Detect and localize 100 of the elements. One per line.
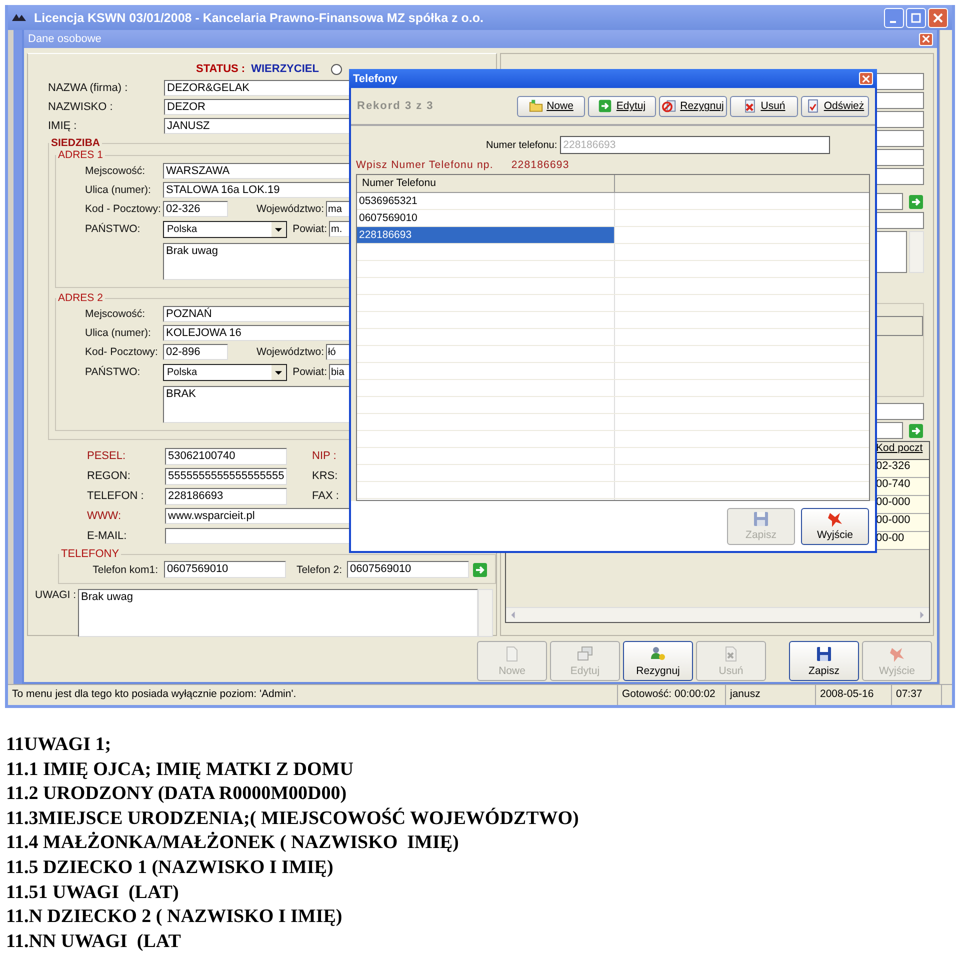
field-label: REGON: <box>86 470 132 482</box>
field-label: Kod- Pocztowy: <box>84 346 159 358</box>
field-label: IMIĘ : <box>47 120 78 132</box>
toolbar-button[interactable]: Odśwież <box>801 96 869 116</box>
field-label: PAŃSTWO: <box>84 223 142 235</box>
field-label: WWW: <box>86 510 122 522</box>
input-field[interactable]: 5555555555555555555 <box>165 468 287 484</box>
group-title: ADRES 2 <box>57 292 104 304</box>
table-cell: 00-000 <box>874 514 929 532</box>
table-row[interactable]: 228186693 <box>357 227 615 243</box>
toolbar-button[interactable]: Rezygnuj <box>623 641 693 681</box>
close-button[interactable] <box>919 32 933 46</box>
maximize-button[interactable] <box>906 8 926 28</box>
delete-icon <box>742 99 757 113</box>
status-message: To menu jest dla tego kto posiada wyłącznie poziom: 'Admin'. <box>8 685 618 705</box>
field-label: Mejscowość: <box>84 164 146 176</box>
field-label: PAŃSTWO: <box>84 366 142 378</box>
toolbar-button[interactable]: Nowe <box>517 96 585 116</box>
table-cell: 00-00 <box>874 532 929 550</box>
group-title: SIEDZIBA <box>50 137 102 149</box>
field-label: NIP : <box>312 450 336 462</box>
record-counter: Rekord 3 z 3 <box>357 100 434 112</box>
document-icon <box>806 99 820 113</box>
users-icon <box>650 646 666 662</box>
save-icon <box>816 646 832 662</box>
field-label: Województwo: <box>255 203 324 215</box>
child-window-title: Dane osobowe <box>28 33 102 45</box>
field-label: TELEFON : <box>86 490 145 502</box>
field-label: KRS: <box>312 470 338 482</box>
close-icon <box>862 74 870 82</box>
folder-icon <box>528 99 543 113</box>
field-label: UWAGI : <box>34 589 78 601</box>
close-icon <box>933 12 943 22</box>
field-label: E-MAIL: <box>86 530 128 542</box>
dialog-button[interactable]: Wyjście <box>801 508 869 544</box>
input-field[interactable]: 0607569010 <box>347 561 469 578</box>
toolbar-button[interactable]: Usuń <box>730 96 798 116</box>
document-line: 11.N DZIECKO 2 ( NAZWISKO I IMIĘ) <box>6 905 344 930</box>
table-row[interactable]: 0536965321 <box>357 193 615 209</box>
field-label: Ulica (numer): <box>84 326 152 338</box>
minimize-button[interactable] <box>884 8 904 28</box>
table-cell: 00-000 <box>874 496 929 514</box>
field-label: Telefon kom1: <box>92 564 158 576</box>
field-label: FAX : <box>312 490 339 502</box>
radio-button[interactable] <box>330 64 342 74</box>
field-label: Telefon 2: <box>295 564 342 576</box>
dropdown[interactable]: Polska <box>163 364 287 380</box>
table-cell: 02-326 <box>874 460 929 478</box>
table-row[interactable]: 0607569010 <box>357 210 615 226</box>
scrollbar[interactable] <box>478 589 493 637</box>
input-field[interactable]: 228186693 <box>165 488 287 504</box>
exit-icon <box>827 511 843 527</box>
document-line: 11.5 DZIECKO 1 (NAZWISKO I IMIĘ) <box>6 856 334 880</box>
text-area[interactable]: Brak uwag <box>78 589 478 637</box>
input-field[interactable]: 02-896 <box>163 344 228 360</box>
status-label: STATUS : <box>196 63 246 75</box>
document-line: 11.3MIEJSCE URODZENIA;( MIEJSCOWOŚĆ WOJEWÓDZTWO) <box>6 806 580 831</box>
field-label: NAZWA (firma) : <box>47 82 129 94</box>
field-label: Powiat: <box>292 366 327 378</box>
group-title: TELEFONY <box>60 548 120 560</box>
status-cell: janusz <box>726 685 816 705</box>
field-label: NAZWISKO : <box>47 100 114 112</box>
field-label: Numer telefonu: <box>486 140 558 150</box>
status-cell: 07:37 <box>892 685 942 705</box>
status-cell: 2008-05-16 <box>816 685 892 705</box>
field-label: Mejscowość: <box>84 308 146 320</box>
toolbar-button[interactable]: Zapisz <box>789 641 859 681</box>
input-field[interactable]: 02-326 <box>163 201 228 217</box>
close-icon <box>922 35 930 43</box>
document-line: 11UWAGI 1; <box>6 733 112 757</box>
exit-icon <box>889 646 905 662</box>
windows-icon <box>577 646 593 662</box>
status-cell: Gotowość: 00:00:02 <box>618 685 726 705</box>
toolbar-button[interactable]: Edytuj <box>588 96 656 116</box>
status-value: WIERZYCIEL <box>251 63 319 75</box>
app-icon <box>12 13 26 22</box>
document-line: 11.1 IMIĘ OJCA; IMIĘ MATKI Z DOMU <box>6 758 354 782</box>
field-label: Ulica (numer): <box>84 184 152 196</box>
document-line: 11.NN UWAGI (LAT <box>6 930 182 954</box>
scrollbar[interactable] <box>506 607 929 622</box>
field-label: Powiat: <box>292 223 327 235</box>
window-title: Licencja KSWN 03/01/2008 - Kancelaria Prawno-Finansowa MZ spółka z o.o. <box>34 10 484 24</box>
field-label: Województwo: <box>255 346 324 358</box>
hint-example: 228186693 <box>511 159 570 171</box>
input-field[interactable]: 0607569010 <box>164 561 286 578</box>
document-line: 11.4 MAŁŻONKA/MAŁŻONEK ( NAZWISKO IMIĘ) <box>6 831 460 856</box>
dropdown[interactable]: Polska <box>163 220 287 238</box>
field-label: Kod - Pocztowy: <box>84 203 162 215</box>
field-label: PESEL: <box>86 450 127 462</box>
group-title: ADRES 1 <box>57 149 104 161</box>
save-icon <box>753 511 769 527</box>
delete-icon <box>723 646 739 662</box>
input-field[interactable]: 53062100740 <box>165 448 287 464</box>
maximize-icon <box>911 12 921 22</box>
close-button[interactable] <box>928 8 948 28</box>
toolbar-button[interactable]: Rezygnuj <box>659 96 727 116</box>
close-button[interactable] <box>859 72 873 85</box>
cancel-icon <box>662 99 676 113</box>
document-line: 11.2 URODZONY (DATA R0000M00D00) <box>6 782 348 806</box>
minimize-icon <box>890 20 896 22</box>
